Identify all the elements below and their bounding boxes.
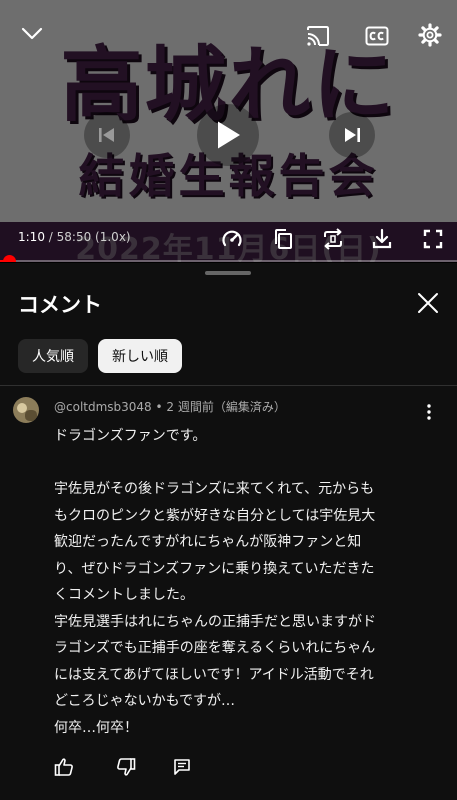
comment-line: もクロのピンクと紫が好きな自分としては宇佐見大 <box>54 507 376 524</box>
comment-text: ドラゴンズファンです。 宇佐見がその後ドラゴンズに来てくれて、元からも もクロの… <box>54 423 434 741</box>
cast-icon[interactable] <box>304 22 332 50</box>
sort-chip-popular[interactable]: 人気順 <box>18 339 88 373</box>
video-player[interactable]: 高城れに 結婚生報告会 2022年11月6日(日) 1:10 / 58:50 (… <box>0 0 457 262</box>
scrubber-handle[interactable] <box>3 255 17 262</box>
fullscreen-icon[interactable] <box>420 226 446 252</box>
download-icon[interactable] <box>369 226 395 252</box>
comment-line: ラゴンズでも正捕手の座を奪えるくらいれにちゃん <box>54 640 376 656</box>
time-separator: / <box>44 230 57 244</box>
panel-title: コメント <box>18 293 102 317</box>
skip-previous-icon[interactable] <box>84 112 130 158</box>
sort-chips: 人気順 新しい順 <box>18 339 182 373</box>
drag-handle[interactable] <box>205 271 251 275</box>
speed-label: (1.0x) <box>95 230 131 244</box>
play-icon[interactable] <box>197 104 259 166</box>
gear-icon[interactable] <box>416 21 444 49</box>
comment-actions <box>0 755 457 779</box>
skip-next-icon[interactable] <box>329 112 375 158</box>
comments-panel: コメント 人気順 新しい順 @coltdmsb3048 • 2 週間前（編集済み… <box>0 263 457 800</box>
comment-line: どころじゃないかもですが… <box>54 693 236 709</box>
progress-bar[interactable] <box>0 255 457 262</box>
comment-line: には支えてあげてほしいです！アイドル活動でそれ <box>54 666 374 683</box>
comment-line: くコメントしました。 <box>54 587 194 603</box>
playback-speed: (1.0x) <box>91 230 131 244</box>
more-options-icon[interactable] <box>420 401 438 423</box>
comment-line: 宇佐見選手はれにちゃんの正捕手だと思いますがド <box>54 613 376 630</box>
comment-meta: @coltdmsb3048 • 2 週間前（編集済み） <box>54 398 286 415</box>
duration: 58:50 <box>56 230 92 244</box>
comment-author[interactable]: @coltdmsb3048 <box>54 400 152 414</box>
close-icon[interactable] <box>414 289 442 317</box>
comment-line: 歓迎だったんですがれにちゃんが阪神ファンと知 <box>54 534 362 550</box>
comment-line: 宇佐見がその後ドラゴンズに来てくれて、元からも <box>54 481 375 497</box>
time-readout: 1:10 / 58:50 (1.0x) <box>18 230 131 244</box>
current-time: 1:10 <box>18 230 45 244</box>
comment-time: 2 週間前 <box>166 400 214 414</box>
comment-line <box>54 450 434 477</box>
copy-icon[interactable] <box>270 226 296 252</box>
reply-icon[interactable] <box>170 755 194 779</box>
sort-chip-newest[interactable]: 新しい順 <box>98 339 182 373</box>
speedometer-icon[interactable] <box>219 226 245 252</box>
comment-line: り、ぜひドラゴンズファンに乗り換えていただきた <box>54 560 375 577</box>
repeat-icon[interactable] <box>320 226 346 252</box>
avatar[interactable] <box>13 397 39 423</box>
comment-line: ドラゴンズファンです。 <box>54 428 207 444</box>
edited-label: （編集済み） <box>213 400 286 414</box>
meta-separator: • <box>151 400 167 414</box>
dislike-icon[interactable] <box>114 755 138 779</box>
like-icon[interactable] <box>52 755 76 779</box>
captions-icon[interactable] <box>363 22 391 50</box>
comment-line: 何卒…何卒！ <box>54 719 138 736</box>
divider <box>0 385 457 386</box>
chevron-down-icon[interactable] <box>18 20 46 48</box>
